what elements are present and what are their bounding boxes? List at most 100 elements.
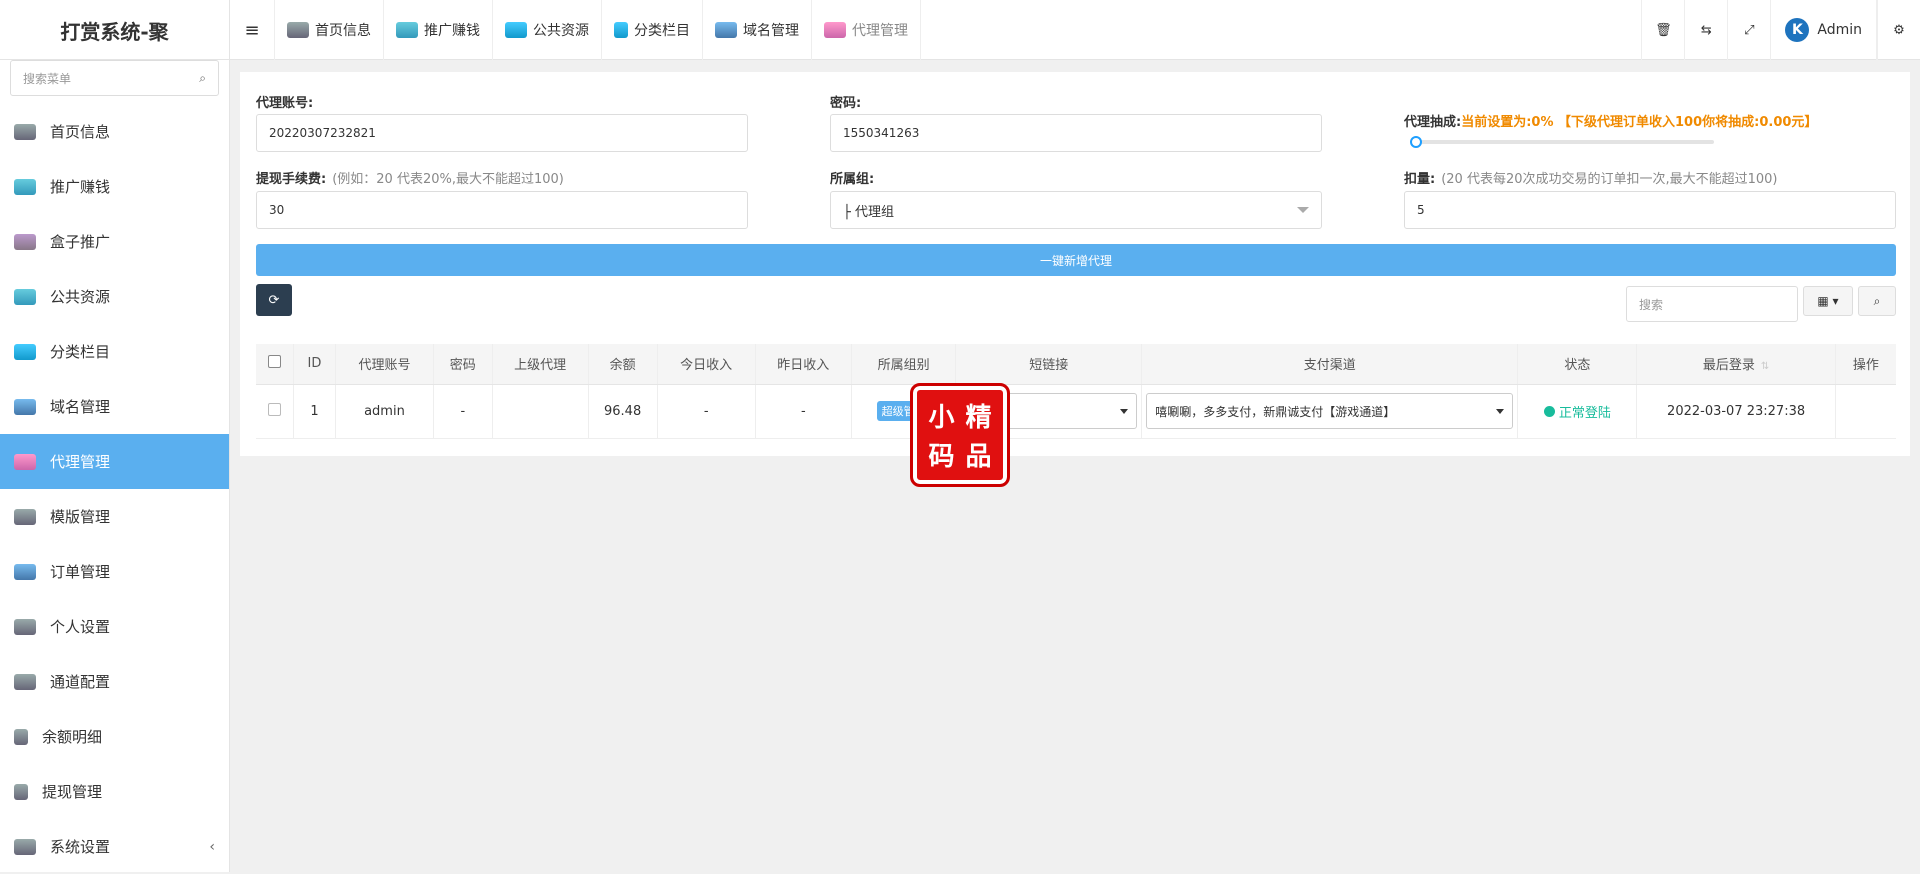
dashboard-icon <box>287 22 309 38</box>
stamp-char: 品 <box>965 442 992 472</box>
category-icon <box>14 343 36 360</box>
sort-icon: ⇅ <box>1760 361 1770 373</box>
agent-icon <box>824 22 846 38</box>
search-placeholder: 搜索菜单 <box>23 71 72 86</box>
row-checkbox[interactable] <box>268 402 282 416</box>
user-menu[interactable]: K Admin <box>1770 0 1877 60</box>
cell-password: - <box>433 384 493 439</box>
deduct-label-row: 扣量: (20 代表每20次成功交易的订单扣一次,最大不能超过100) <box>1404 168 1778 187</box>
sidebar-item-agent[interactable]: 代理管理 <box>0 434 229 489</box>
group-selected-value: ├ 代理组 <box>843 204 894 220</box>
refresh-button[interactable]: ⟳ <box>256 284 292 316</box>
top-nav: 首页信息 推广赚钱 公共资源 分类栏目 域名管理 代理管理 <box>274 0 921 60</box>
select-all-checkbox[interactable] <box>268 355 282 369</box>
sidebar-search-input[interactable]: 搜索菜单 ⌕ <box>10 60 219 96</box>
deduct-input[interactable]: 5 <box>1404 191 1896 229</box>
topnav-dashboard[interactable]: 首页信息 <box>274 0 383 60</box>
stamp-char: 小 <box>928 403 955 433</box>
topnav-promote[interactable]: 推广赚钱 <box>383 0 492 60</box>
sidebar: 搜索菜单 ⌕ 首页信息 推广赚钱 盒子推广 公共资源 分类栏目 域名管理 代理管… <box>0 60 230 872</box>
commission-hint: 当前设置为:0% 【下级代理订单收入100你将抽成:0.00元】 <box>1461 115 1818 130</box>
search-icon: ⌕ <box>199 70 206 85</box>
settings-gear-icon[interactable]: ⚙ <box>1877 0 1920 60</box>
table-search-input[interactable]: 搜索 <box>1626 286 1798 322</box>
promote-icon <box>396 22 418 38</box>
topnav-resource[interactable]: 公共资源 <box>492 0 601 60</box>
deduct-hint: (20 代表每20次成功交易的订单扣一次,最大不能超过100) <box>1441 172 1778 187</box>
topnav-label: 推广赚钱 <box>424 23 480 39</box>
sidebar-item-balance[interactable]: 余额明细 <box>0 709 229 764</box>
sidebar-item-profile[interactable]: 个人设置 <box>0 599 229 654</box>
col-channel: 支付渠道 <box>1141 344 1519 385</box>
commission-slider-track[interactable] <box>1414 140 1714 144</box>
menu-toggle-icon[interactable]: ≡ <box>230 0 274 60</box>
col-last-login[interactable]: 最后登录 ⇅ <box>1636 344 1836 385</box>
sidebar-item-label: 代理管理 <box>50 453 111 471</box>
topnav-label: 分类栏目 <box>634 23 690 39</box>
translate-icon[interactable]: ⇆ <box>1684 0 1727 60</box>
channel-select[interactable]: 嘻唰唰，多多支付，新鼎诚支付【游戏通道】 <box>1146 393 1514 429</box>
cell-yesterday: - <box>755 384 852 439</box>
clear-cache-icon[interactable]: 🗑 <box>1641 0 1684 60</box>
sidebar-menu: 首页信息 推广赚钱 盒子推广 公共资源 分类栏目 域名管理 代理管理 模版管理 … <box>0 104 229 874</box>
sidebar-item-domain[interactable]: 域名管理 <box>0 379 229 434</box>
add-agent-button[interactable]: 一键新增代理 <box>256 244 1896 276</box>
resource-icon <box>14 288 36 305</box>
sidebar-item-label: 盒子推广 <box>50 233 111 251</box>
caret-down-icon <box>1120 408 1129 414</box>
template-icon <box>14 508 36 525</box>
status-dot-icon <box>1543 405 1555 417</box>
sidebar-item-label: 分类栏目 <box>50 343 111 361</box>
withdraw-icon <box>14 783 28 800</box>
sidebar-item-category[interactable]: 分类栏目 <box>0 324 229 379</box>
columns-button[interactable]: ▦ ▾ <box>1803 286 1853 316</box>
topnav-domain[interactable]: 域名管理 <box>702 0 811 60</box>
fee-hint: (例如：20 代表20%,最大不能超过100) <box>332 172 564 187</box>
select-all-cell <box>256 344 295 385</box>
avatar: K <box>1785 18 1810 42</box>
dashboard-icon <box>14 123 36 140</box>
cell-last-login: 2022-03-07 23:27:38 <box>1636 384 1836 439</box>
fee-label-row: 提现手续费: (例如：20 代表20%,最大不能超过100) <box>256 168 564 187</box>
col-today: 今日收入 <box>657 344 756 385</box>
fullscreen-icon[interactable]: ⤢ <box>1727 0 1770 60</box>
fee-input[interactable]: 30 <box>256 191 748 229</box>
sidebar-item-system[interactable]: 系统设置 ‹ <box>0 819 229 874</box>
cell-actions <box>1835 384 1896 439</box>
system-icon <box>14 838 36 855</box>
cell-status: 正常登陆 <box>1517 384 1638 439</box>
balance-icon <box>14 728 28 745</box>
user-name: Admin <box>1817 22 1862 38</box>
fee-label: 提现手续费: <box>256 172 327 187</box>
sidebar-item-label: 推广赚钱 <box>50 178 111 196</box>
topnav-category[interactable]: 分类栏目 <box>601 0 702 60</box>
channel-icon <box>14 673 36 690</box>
sidebar-item-label: 域名管理 <box>50 398 111 416</box>
search-button[interactable]: ⌕ <box>1858 286 1896 316</box>
cell-balance: 96.48 <box>588 384 658 439</box>
sidebar-item-label: 系统设置 <box>50 838 111 856</box>
password-input[interactable]: 1550341263 <box>830 114 1322 152</box>
search-icon: ⌕ <box>1873 293 1881 308</box>
col-account: 代理账号 <box>335 344 435 385</box>
sidebar-item-box[interactable]: 盒子推广 <box>0 214 229 269</box>
sidebar-item-channel[interactable]: 通道配置 <box>0 654 229 709</box>
sidebar-item-template[interactable]: 模版管理 <box>0 489 229 544</box>
account-input[interactable]: 20220307232821 <box>256 114 748 152</box>
cell-channel: 嘻唰唰，多多支付，新鼎诚支付【游戏通道】 <box>1141 384 1519 439</box>
sidebar-item-orders[interactable]: 订单管理 <box>0 544 229 599</box>
col-balance: 余额 <box>588 344 658 385</box>
domain-icon <box>715 22 737 38</box>
commission-slider-handle[interactable] <box>1410 136 1422 148</box>
sidebar-item-home[interactable]: 首页信息 <box>0 104 229 159</box>
resource-icon <box>505 22 527 38</box>
top-right-tools: 🗑 ⇆ ⤢ K Admin ⚙ <box>1641 0 1920 60</box>
group-select[interactable]: ├ 代理组 <box>830 191 1322 229</box>
sidebar-item-resource[interactable]: 公共资源 <box>0 269 229 324</box>
group-label: 所属组: <box>830 172 875 187</box>
caret-down-icon <box>1496 408 1505 414</box>
sidebar-item-withdraw[interactable]: 提现管理 <box>0 764 229 819</box>
app-title: 打赏系统-聚 <box>0 0 230 60</box>
sidebar-item-promote[interactable]: 推广赚钱 <box>0 159 229 214</box>
topnav-agent[interactable]: 代理管理 <box>811 0 921 60</box>
